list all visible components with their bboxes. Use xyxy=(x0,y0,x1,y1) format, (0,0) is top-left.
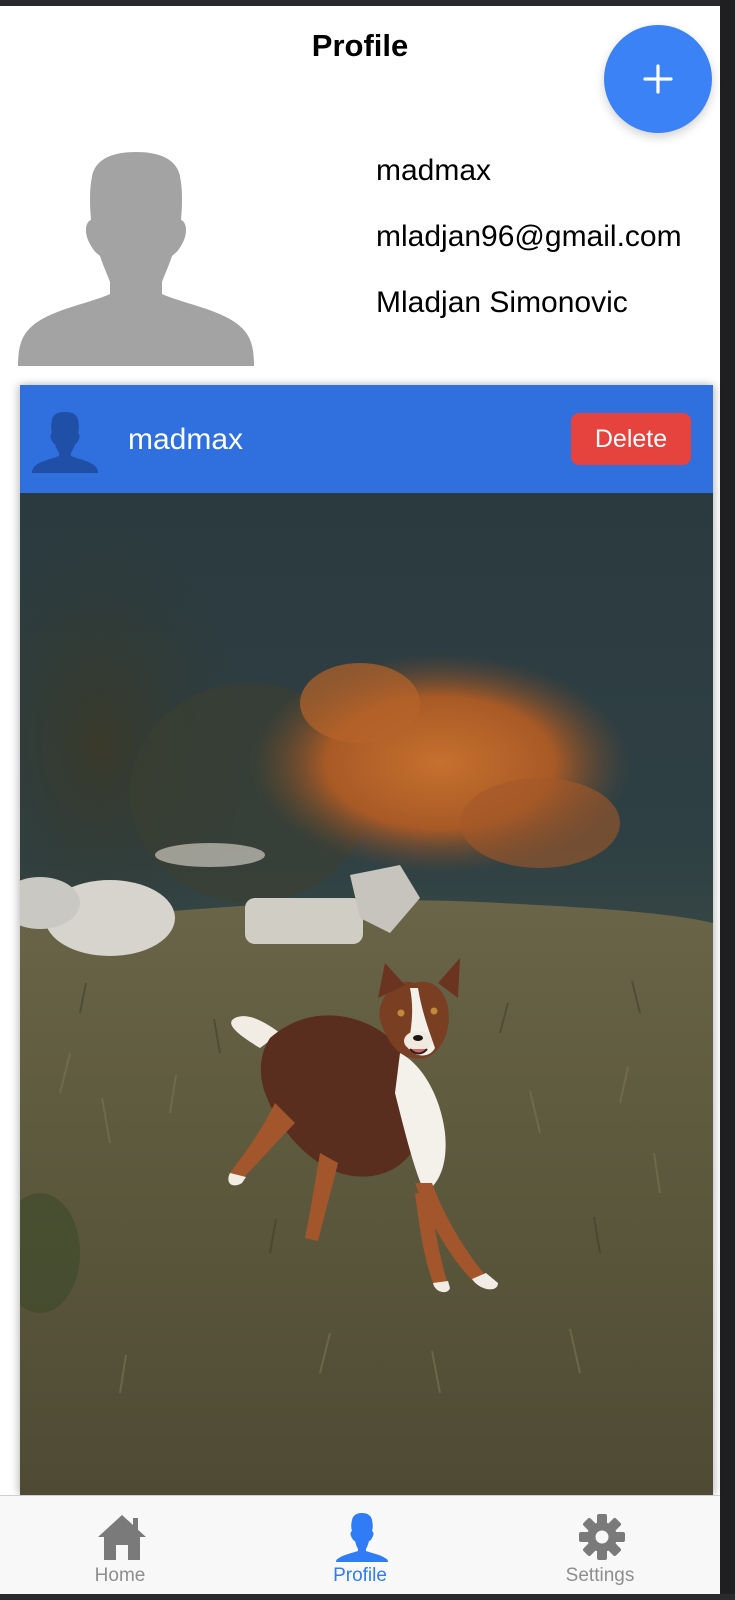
profile-screen: Profile madmax mladjan96@gmail.com Mladj… xyxy=(0,0,735,1600)
tab-profile-label: Profile xyxy=(333,1565,387,1586)
person-silhouette-icon xyxy=(32,412,98,473)
profile-username: madmax xyxy=(376,154,492,187)
profile-email: mladjan96@gmail.com xyxy=(376,220,682,253)
add-post-button[interactable] xyxy=(604,25,712,133)
person-silhouette-icon xyxy=(18,152,254,366)
home-icon xyxy=(96,1512,148,1562)
post-card: madmax Delete xyxy=(20,385,713,1495)
plus-icon xyxy=(643,64,673,94)
person-icon xyxy=(336,1512,388,1562)
dog-photo xyxy=(20,493,713,1495)
tab-profile[interactable]: Profile xyxy=(240,1496,480,1595)
tab-home[interactable]: Home xyxy=(0,1496,240,1595)
tab-home-label: Home xyxy=(94,1565,146,1586)
top-frame xyxy=(0,0,735,6)
post-author-username: madmax xyxy=(128,423,244,456)
bottom-frame xyxy=(0,1594,735,1600)
gear-icon xyxy=(576,1512,628,1562)
tab-settings[interactable]: Settings xyxy=(480,1496,720,1595)
tab-bar: Home Profile Settings xyxy=(0,1495,720,1594)
post-author-avatar xyxy=(32,411,98,473)
profile-avatar xyxy=(18,150,254,366)
right-frame xyxy=(720,0,735,1600)
post-image[interactable] xyxy=(20,493,713,1495)
profile-full-name: Mladjan Simonovic xyxy=(376,286,628,319)
post-header: madmax Delete xyxy=(20,385,713,493)
tab-settings-label: Settings xyxy=(565,1565,635,1586)
delete-post-button[interactable]: Delete xyxy=(571,413,691,465)
